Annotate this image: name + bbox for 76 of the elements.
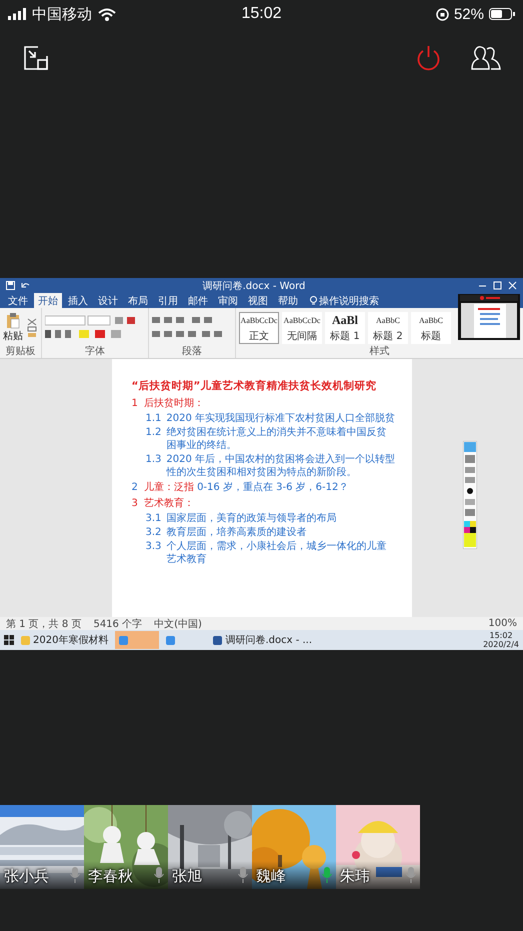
status-text: 5416 个字 xyxy=(93,618,142,630)
cut-copy-tools-icon xyxy=(26,316,38,338)
heading-number: 1 xyxy=(132,397,138,411)
minimize-window-icon[interactable] xyxy=(24,46,48,70)
item-text: 个人层面，需求，小康社会后，城乡一体化的儿童艺术教育 xyxy=(166,540,388,566)
rotation-lock-icon xyxy=(436,8,449,20)
ribbon-tab[interactable]: 文件 xyxy=(4,293,32,308)
item-number: 1.3 xyxy=(146,453,162,467)
style-option[interactable]: AaBbCcDc 正文 xyxy=(239,312,279,344)
participants-icon[interactable] xyxy=(471,46,501,70)
participant-name: 李春秋 xyxy=(88,867,133,886)
taskbar-item[interactable]: 2020年寒假材料 xyxy=(17,631,112,649)
ribbon-tab[interactable]: 布局 xyxy=(124,293,152,308)
style-option[interactable]: AaBbC 标题 2 xyxy=(368,312,408,344)
search-hint[interactable]: 操作说明搜索 xyxy=(319,294,379,308)
app-icon xyxy=(166,636,176,644)
app-icon xyxy=(21,636,30,644)
heading-number: 3 xyxy=(132,497,138,511)
item-text: 教育层面，培养高素质的建设者 xyxy=(166,526,306,539)
status-text: 中文(中国) xyxy=(154,618,202,630)
item-number: 3.1 xyxy=(146,512,162,525)
document-title: “后扶贫时期”儿童艺术教育精准扶贫长效机制研究 xyxy=(132,379,378,393)
window-title: 调研问卷.docx - Word xyxy=(202,280,306,292)
app-icon xyxy=(213,636,222,644)
group-label: 段落 xyxy=(181,346,203,358)
item-text: 绝对贫困在统计意义上的消失并不意味着中国反贫困事业的终结。 xyxy=(166,426,388,452)
windows-start-icon xyxy=(4,635,14,645)
lightbulb-icon xyxy=(310,296,317,305)
taskbar-date: 2020/2/4 xyxy=(483,640,519,649)
taskbar-time: 15:02 xyxy=(490,631,513,640)
heading-text: 艺术教育： xyxy=(144,497,194,511)
item-number: 3.3 xyxy=(146,540,162,554)
style-option[interactable]: AaBbCcDc 无间隔 xyxy=(282,312,322,344)
paste-label[interactable]: 粘贴 xyxy=(3,328,23,342)
battery-percent: 52% xyxy=(454,6,484,22)
item-number: 3.2 xyxy=(146,526,162,539)
heading-number: 2 xyxy=(132,481,138,495)
item-text: 国家层面，美育的政策与领导者的布局 xyxy=(166,512,336,525)
close-icon xyxy=(508,281,517,290)
maximize-icon xyxy=(493,281,502,290)
signal-icon xyxy=(8,8,26,20)
item-number: 1.2 xyxy=(146,426,162,440)
style-option[interactable]: AaBl 标题 1 xyxy=(325,312,365,344)
wifi-icon xyxy=(98,8,116,20)
participant-name: 张旭 xyxy=(172,867,202,886)
ribbon-tab[interactable]: 帮助 xyxy=(274,293,302,308)
item-text: 2020 年后，中国农村的贫困将会进入到一个以转型性的次生贫困和相对贫困为特点的新阶段。 xyxy=(166,453,396,479)
group-label: 字体 xyxy=(84,346,106,358)
heading-text: 后扶贫时期： xyxy=(144,397,204,411)
ribbon-tab[interactable]: 设计 xyxy=(94,293,122,308)
ribbon-tab[interactable]: 邮件 xyxy=(184,293,212,308)
taskbar-item[interactable]: 调研问卷.docx - ... xyxy=(209,631,316,649)
ribbon-tab[interactable]: 开始 xyxy=(34,293,62,308)
pen-toolbar-drawing[interactable] xyxy=(463,441,477,549)
participant-name: 张小兵 xyxy=(4,867,49,886)
ribbon-tab[interactable]: 插入 xyxy=(64,293,92,308)
ribbon-tab[interactable]: 视图 xyxy=(244,293,272,308)
power-icon[interactable] xyxy=(416,45,441,71)
app-icon xyxy=(119,636,128,644)
clipboard-icon xyxy=(6,312,20,328)
item-number: 1.1 xyxy=(146,412,162,425)
group-label: 剪贴板 xyxy=(4,346,36,358)
save-icon xyxy=(6,281,15,290)
style-option[interactable]: AaBbC 标题 xyxy=(411,312,451,344)
undo-icon xyxy=(21,281,30,290)
clock-time: 15:02 xyxy=(241,5,282,22)
heading-text: 儿童：泛指 0-16 岁，重点在 3-6 岁，6-12？ xyxy=(144,481,348,495)
ribbon-tab[interactable]: 引用 xyxy=(154,293,182,308)
battery-icon xyxy=(489,8,515,20)
zoom-level: 100% xyxy=(488,618,517,629)
carrier-name: 中国移动 xyxy=(32,4,92,24)
status-text: 第 1 页，共 8 页 xyxy=(6,618,82,630)
group-label: 样式 xyxy=(368,346,390,358)
participant-name: 朱玮 xyxy=(340,867,370,886)
ribbon-tab[interactable]: 审阅 xyxy=(214,293,242,308)
item-text: 2020 年实现我国现行标准下农村贫困人口全部脱贫 xyxy=(166,412,396,425)
